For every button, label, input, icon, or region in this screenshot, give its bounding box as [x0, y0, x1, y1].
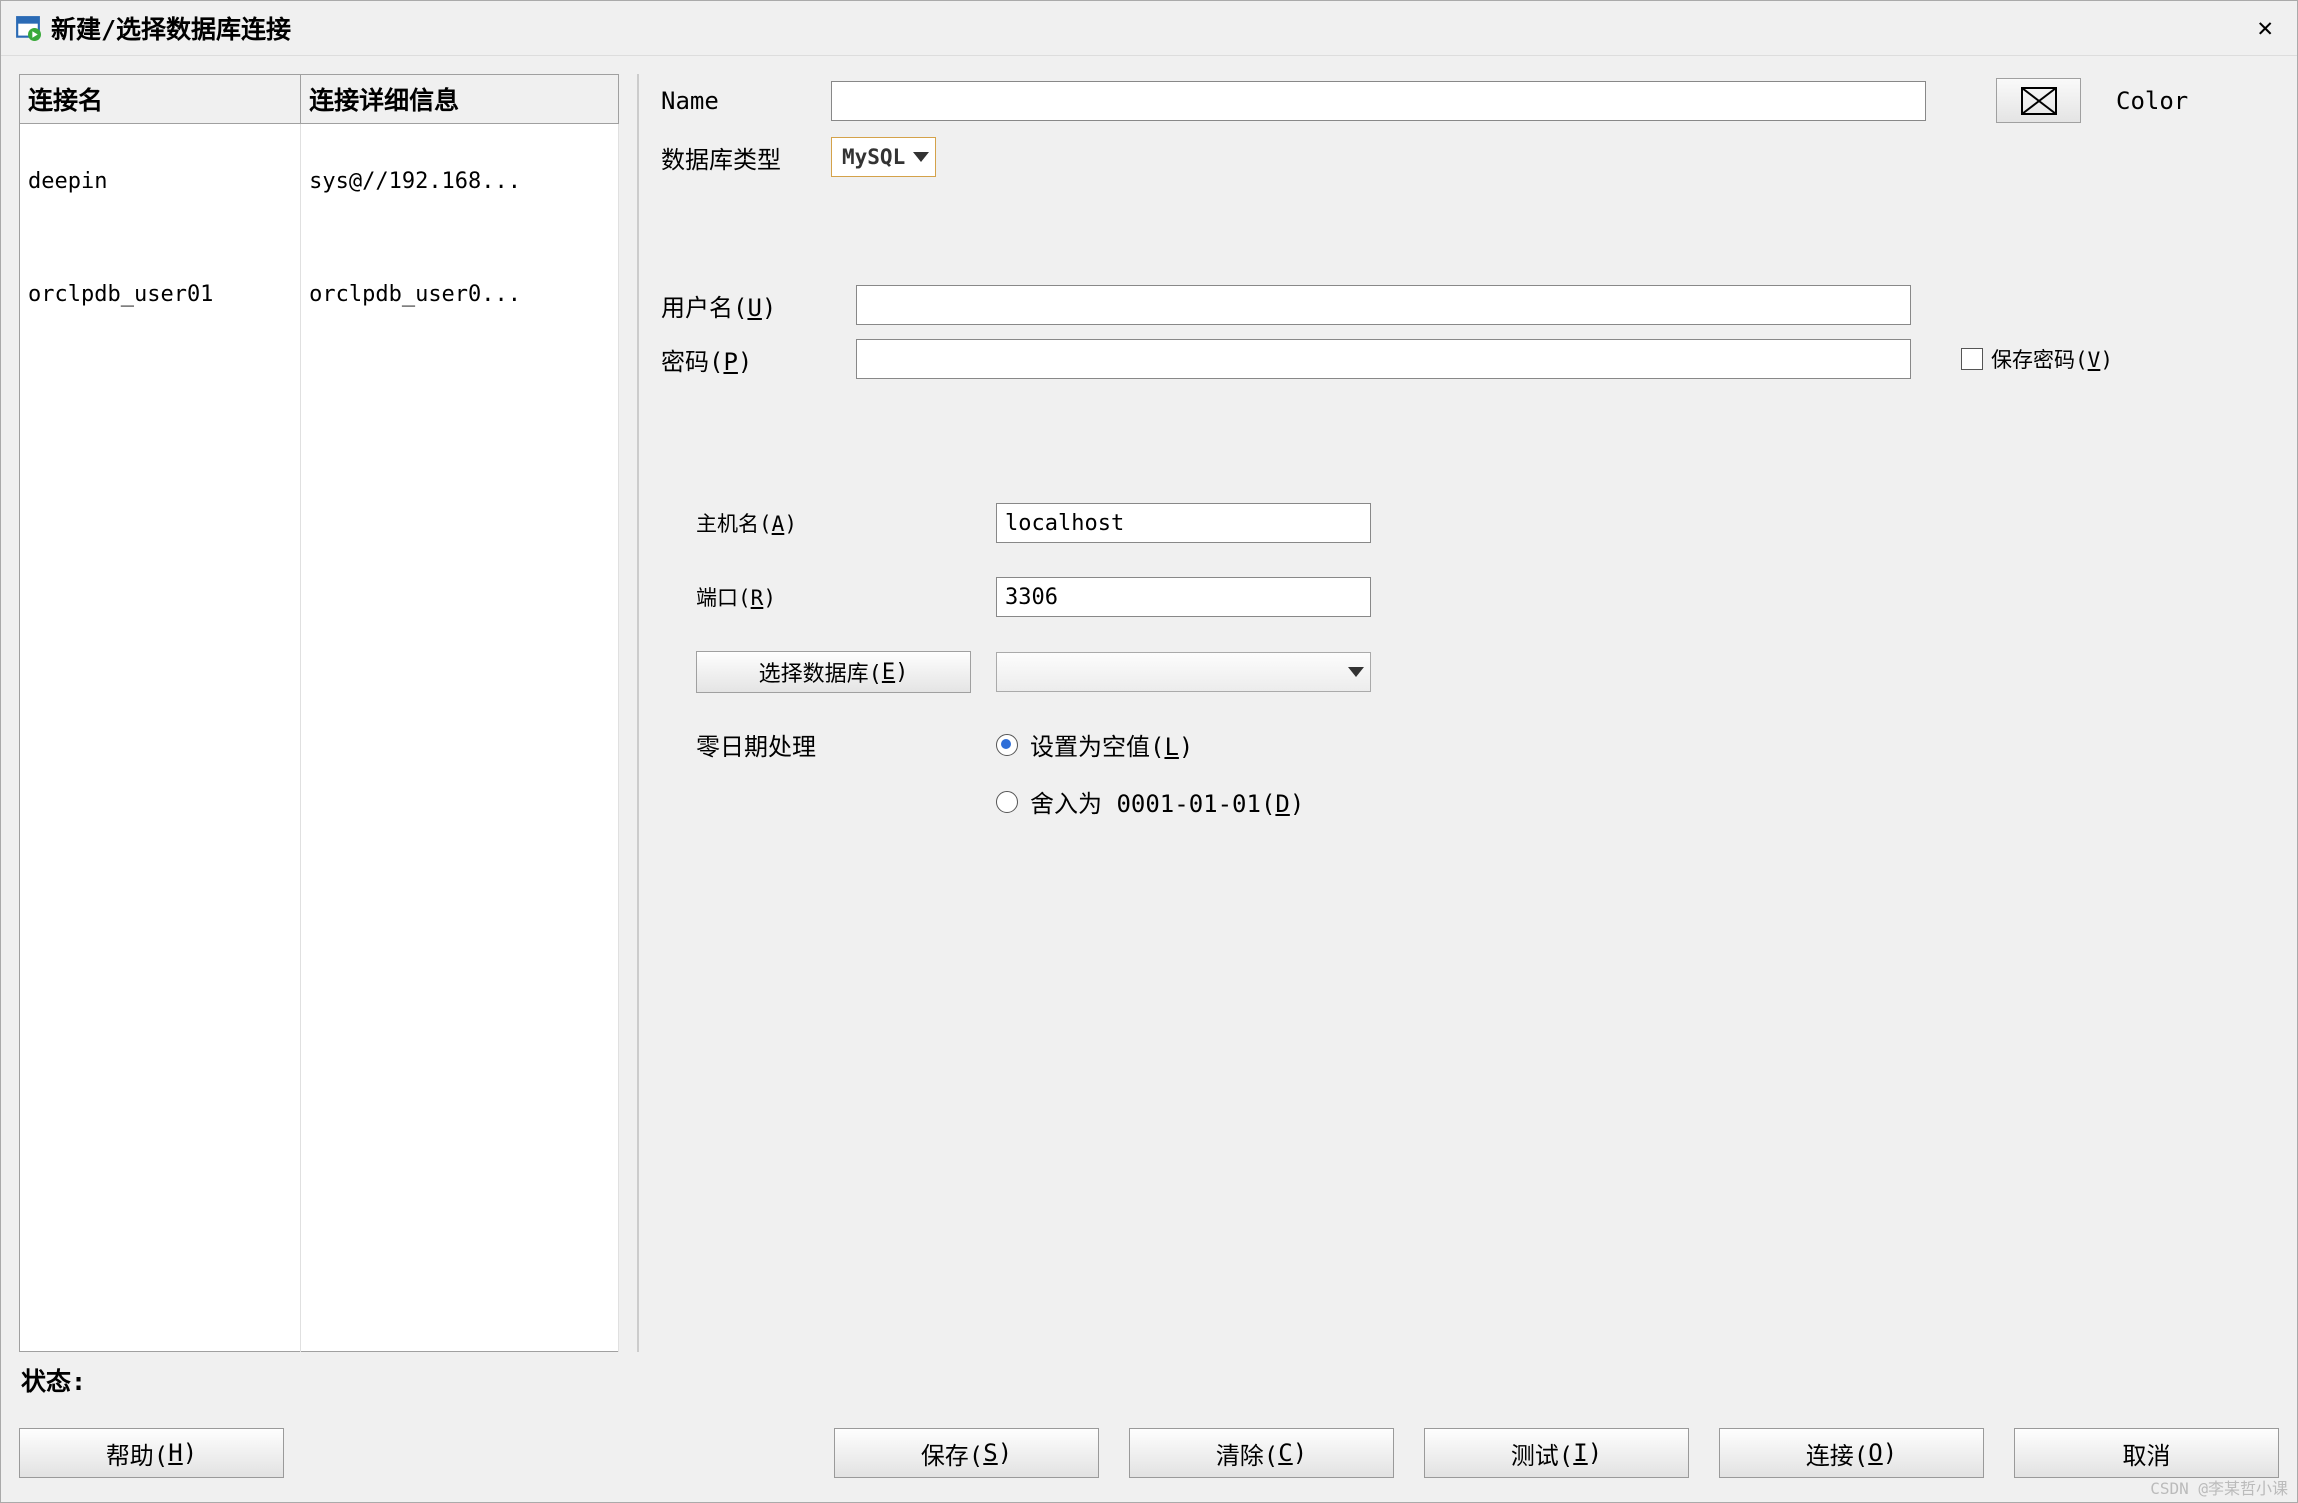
conn-name: deepin [20, 124, 301, 239]
zerodate-opt-null-label: 设置为空值(L) [1030, 727, 1193, 762]
hostname-input[interactable] [996, 503, 1371, 543]
password-input[interactable] [856, 339, 1911, 379]
radio-round[interactable] [996, 791, 1018, 813]
app-icon [15, 15, 41, 41]
table-row[interactable]: orclpdb_user01 orclpdb_user0... [20, 238, 619, 351]
chevron-down-icon [1348, 667, 1364, 677]
username-label: 用户名(U) [661, 288, 856, 323]
col-detail-header[interactable]: 连接详细信息 [301, 75, 619, 124]
name-label: Name [661, 87, 831, 115]
vertical-separator [637, 74, 643, 1352]
zerodate-opt-round[interactable]: 舍入为 0001-01-01(D) [996, 784, 1304, 819]
save-password-checkbox[interactable] [1961, 348, 1983, 370]
database-select[interactable] [996, 652, 1371, 692]
username-input[interactable] [856, 285, 1911, 325]
color-label: Color [2116, 87, 2188, 115]
chevron-down-icon [913, 152, 929, 162]
color-button[interactable] [1996, 78, 2081, 123]
zerodate-opt-null[interactable]: 设置为空值(L) [996, 727, 1304, 762]
save-button[interactable]: 保存(S) [834, 1428, 1099, 1478]
zerodate-row: 零日期处理 设置为空值(L) 舍入为 0001-01-01(D) [696, 727, 2279, 819]
table-row[interactable]: deepin sys@//192.168... [20, 124, 619, 239]
cancel-button[interactable]: 取消 [2014, 1428, 2279, 1478]
name-row: Name Color [661, 78, 2279, 123]
connections-panel: 连接名 连接详细信息 deepin sys@//192.168... orclp… [19, 74, 619, 1352]
dialog-title: 新建/选择数据库连接 [51, 10, 2247, 46]
port-row: 端口(R) [696, 577, 2279, 617]
hostname-row: 主机名(A) [696, 503, 2279, 543]
name-input[interactable] [831, 81, 1926, 121]
save-password-label: 保存密码(V) [1991, 344, 2113, 374]
port-input[interactable] [996, 577, 1371, 617]
form-panel: Name Color 数据库类型 MySQL [661, 74, 2279, 1352]
zerodate-opt-round-label: 舍入为 0001-01-01(D) [1030, 784, 1304, 819]
test-button[interactable]: 测试(I) [1424, 1428, 1689, 1478]
password-label: 密码(P) [661, 342, 856, 377]
main-area: 连接名 连接详细信息 deepin sys@//192.168... orclp… [1, 56, 2297, 1352]
color-swatch-icon [2020, 86, 2058, 116]
connect-button[interactable]: 连接(O) [1719, 1428, 1984, 1478]
dbtype-select[interactable]: MySQL [831, 137, 936, 177]
hostname-label: 主机名(A) [696, 508, 996, 538]
dbtype-label: 数据库类型 [661, 140, 831, 175]
watermark: CSDN @李某哲小课 [2150, 1475, 2288, 1499]
dbtype-value: MySQL [842, 145, 905, 169]
password-row: 密码(P) 保存密码(V) [661, 339, 2279, 379]
connections-table[interactable]: 连接名 连接详细信息 deepin sys@//192.168... orclp… [19, 74, 619, 1352]
conn-name: orclpdb_user01 [20, 238, 301, 351]
help-button[interactable]: 帮助(H) [19, 1428, 284, 1478]
radio-set-null[interactable] [996, 734, 1018, 756]
conn-detail: orclpdb_user0... [301, 238, 619, 351]
dialog-window: 新建/选择数据库连接 ✕ 连接名 连接详细信息 deepin sys@//192… [0, 0, 2298, 1503]
dbtype-row: 数据库类型 MySQL [661, 137, 2279, 177]
col-name-header[interactable]: 连接名 [20, 75, 301, 124]
zerodate-label: 零日期处理 [696, 727, 996, 762]
username-row: 用户名(U) [661, 285, 2279, 325]
button-bar: 帮助(H) 保存(S) 清除(C) 测试(I) 连接(O) 取消 [1, 1418, 2297, 1502]
selectdb-row: 选择数据库(E) [696, 651, 2279, 693]
close-icon[interactable]: ✕ [2247, 13, 2283, 43]
conn-detail: sys@//192.168... [301, 124, 619, 239]
port-label: 端口(R) [696, 582, 996, 612]
select-database-button[interactable]: 选择数据库(E) [696, 651, 971, 693]
status-label: 状态: [19, 1352, 2279, 1418]
titlebar: 新建/选择数据库连接 ✕ [1, 1, 2297, 56]
clear-button[interactable]: 清除(C) [1129, 1428, 1394, 1478]
